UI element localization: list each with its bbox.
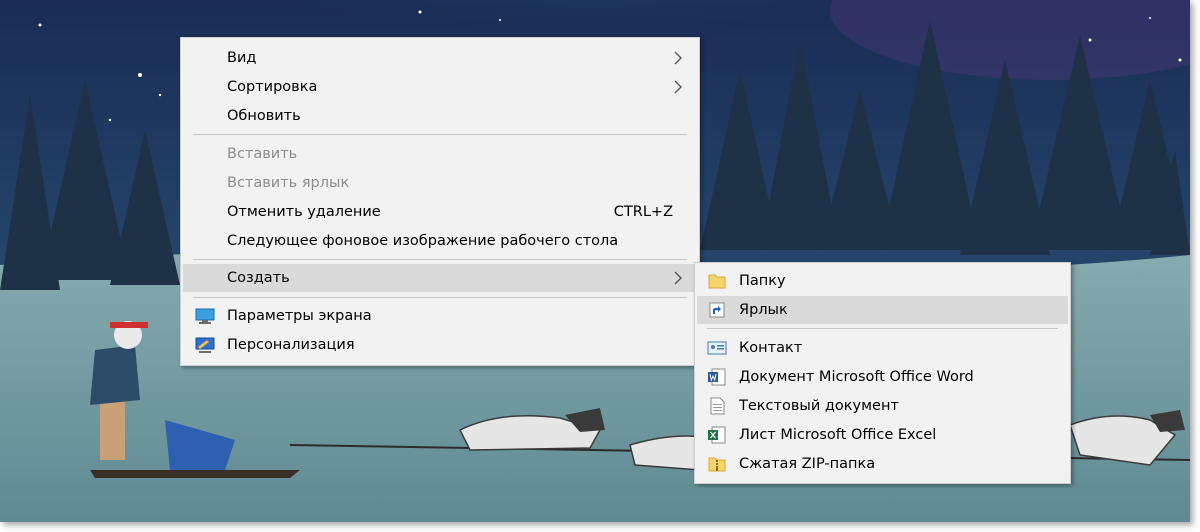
new-submenu: Папку Ярлык Контакт Документ Microsoft O…: [694, 262, 1071, 484]
menu-item-label: Отменить удаление: [227, 204, 381, 220]
desktop-context-menu: Вид Сортировка Обновить Вставить Вставит…: [180, 37, 700, 366]
submenu-item-contact[interactable]: Контакт: [697, 334, 1068, 362]
menu-item-label: Параметры экрана: [227, 308, 372, 324]
menu-item-label: Следующее фоновое изображение рабочего с…: [227, 233, 619, 249]
desktop-screenshot: Вид Сортировка Обновить Вставить Вставит…: [0, 0, 1190, 522]
menu-item-label: Персонализация: [227, 337, 355, 353]
display-icon: [195, 308, 215, 324]
menu-item-label: Вид: [227, 50, 257, 66]
menu-separator: [193, 259, 687, 260]
menu-item-label: Вставить: [227, 146, 298, 162]
menu-item-label: Сортировка: [227, 79, 318, 95]
menu-item-display-settings[interactable]: Параметры экрана: [183, 302, 697, 330]
personalize-icon: [195, 337, 215, 353]
menu-item-label: Текстовый документ: [739, 398, 899, 414]
chevron-right-icon: [674, 271, 682, 285]
folder-icon: [708, 274, 726, 289]
text-doc-icon: [710, 397, 725, 415]
menu-separator: [193, 297, 687, 298]
menu-item-label: Обновить: [227, 108, 301, 124]
keyboard-shortcut: CTRL+Z: [613, 204, 673, 220]
chevron-right-icon: [674, 51, 682, 65]
menu-item-label: Создать: [227, 270, 290, 286]
submenu-item-excel-sheet[interactable]: Лист Microsoft Office Excel: [697, 421, 1068, 449]
chevron-right-icon: [674, 80, 682, 94]
menu-item-label: Вставить ярлык: [227, 175, 350, 191]
menu-item-sort[interactable]: Сортировка: [183, 73, 697, 101]
menu-item-label: Ярлык: [739, 302, 788, 318]
menu-item-refresh[interactable]: Обновить: [183, 102, 697, 130]
zip-folder-icon: [708, 457, 726, 472]
menu-item-paste: Вставить: [183, 140, 697, 168]
menu-item-new[interactable]: Создать: [183, 264, 697, 292]
submenu-item-text-document[interactable]: Текстовый документ: [697, 392, 1068, 420]
menu-item-undo-delete[interactable]: Отменить удаление CTRL+Z: [183, 198, 697, 226]
menu-item-label: Лист Microsoft Office Excel: [739, 427, 937, 443]
submenu-item-zip-folder[interactable]: Сжатая ZIP-папка: [697, 450, 1068, 478]
word-icon: [708, 368, 726, 386]
menu-item-view[interactable]: Вид: [183, 44, 697, 72]
menu-item-label: Папку: [739, 273, 786, 289]
menu-item-label: Контакт: [739, 340, 803, 356]
submenu-item-word-document[interactable]: Документ Microsoft Office Word: [697, 363, 1068, 391]
menu-item-personalize[interactable]: Персонализация: [183, 331, 697, 359]
submenu-item-folder[interactable]: Папку: [697, 267, 1068, 295]
menu-item-next-background[interactable]: Следующее фоновое изображение рабочего с…: [183, 227, 697, 255]
contact-icon: [707, 341, 727, 355]
excel-icon: [708, 426, 726, 444]
menu-separator: [707, 328, 1058, 329]
menu-item-paste-shortcut: Вставить ярлык: [183, 169, 697, 197]
menu-item-label: Сжатая ZIP-папка: [739, 456, 876, 472]
shortcut-icon: [709, 302, 725, 318]
submenu-item-shortcut[interactable]: Ярлык: [697, 296, 1068, 324]
menu-separator: [193, 134, 687, 135]
menu-item-label: Документ Microsoft Office Word: [739, 369, 974, 385]
